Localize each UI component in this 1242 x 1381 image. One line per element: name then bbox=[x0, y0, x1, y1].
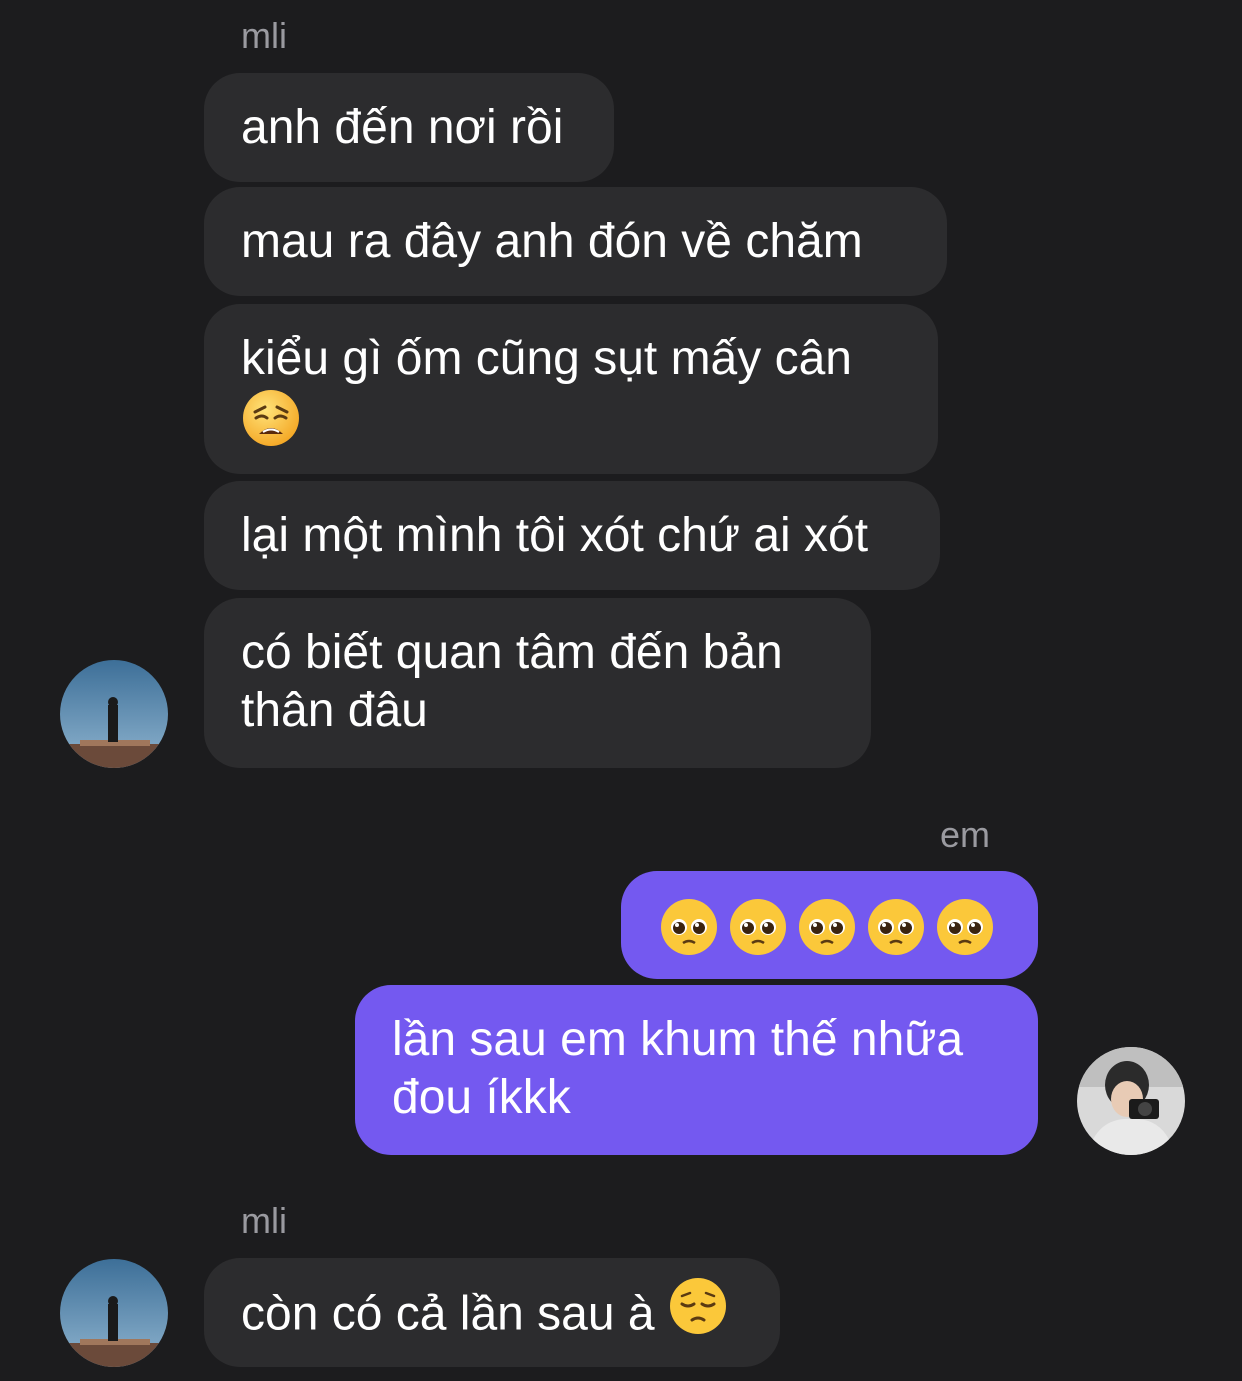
message-text: có biết quan tâm đến bản thân đâu bbox=[241, 626, 783, 737]
message-text: mau ra đây anh đón về chăm bbox=[241, 215, 863, 268]
message-bubble[interactable]: anh đến nơi rồi bbox=[204, 73, 614, 182]
pleading-face-icon bbox=[659, 897, 719, 971]
sender-name: mli bbox=[241, 15, 287, 56]
message-text: còn có cả lần sau à bbox=[241, 1287, 655, 1341]
pensive-face-icon bbox=[668, 1276, 728, 1350]
avatar-photo-icon bbox=[1077, 1047, 1185, 1155]
message-text: kiểu gì ốm cũng sụt mấy cân bbox=[241, 332, 852, 385]
avatar[interactable] bbox=[60, 660, 168, 768]
message-bubble[interactable]: còn có cả lần sau à bbox=[204, 1258, 780, 1367]
weary-face-icon bbox=[241, 388, 301, 462]
avatar[interactable] bbox=[60, 1259, 168, 1367]
message-bubble[interactable]: mau ra đây anh đón về chăm bbox=[204, 187, 947, 296]
sender-name: mli bbox=[241, 1200, 287, 1241]
message-bubble[interactable]: lại một mình tôi xót chứ ai xót bbox=[204, 481, 940, 590]
message-bubble[interactable]: lần sau em khum thế nhữa đou íkkk bbox=[355, 985, 1038, 1155]
message-bubble[interactable] bbox=[621, 871, 1038, 979]
avatar-photo-icon bbox=[60, 660, 168, 768]
pleading-face-icon bbox=[728, 897, 788, 971]
message-bubble[interactable]: có biết quan tâm đến bản thân đâu bbox=[204, 598, 871, 768]
message-bubble[interactable]: kiểu gì ốm cũng sụt mấy cân bbox=[204, 304, 938, 474]
message-emojis bbox=[659, 897, 995, 971]
pleading-face-icon bbox=[797, 897, 857, 971]
message-text: lại một mình tôi xót chứ ai xót bbox=[241, 509, 869, 562]
message-text: anh đến nơi rồi bbox=[241, 101, 564, 154]
avatar-photo-icon bbox=[60, 1259, 168, 1367]
sender-name: em bbox=[940, 814, 991, 855]
pleading-face-icon bbox=[866, 897, 926, 971]
pleading-face-icon bbox=[935, 897, 995, 971]
message-text: lần sau em khum thế nhữa đou íkkk bbox=[392, 1013, 964, 1124]
avatar[interactable] bbox=[1077, 1047, 1185, 1155]
